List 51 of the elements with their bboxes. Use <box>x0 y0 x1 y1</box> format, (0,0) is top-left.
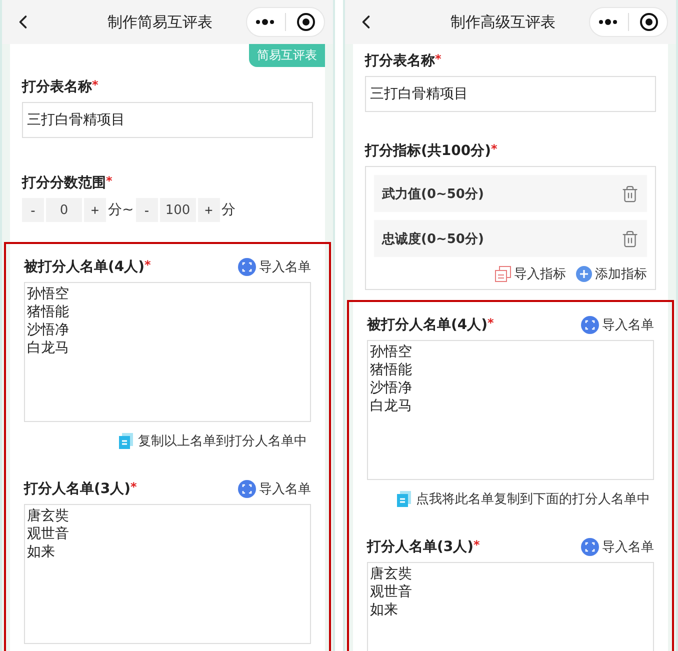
add-criteria-button[interactable]: 添加指标 <box>576 265 647 283</box>
document-icon <box>119 433 133 449</box>
import-criteria-button[interactable]: 导入指标 <box>495 265 566 283</box>
delete-icon[interactable] <box>621 184 639 202</box>
import-list-button[interactable]: 导入名单 <box>581 538 654 556</box>
unit-label: 分 <box>222 201 236 219</box>
copy-icon <box>495 266 511 282</box>
criteria-label: 武力值(0~50分) <box>382 186 484 202</box>
number-field[interactable]: 0 <box>46 198 82 222</box>
name-list-field[interactable]: 孙悟空 猪悟能 沙悟净 白龙马 <box>24 282 311 422</box>
criteria-label: 忠诚度(0~50分) <box>382 230 484 248</box>
copy-list-link[interactable]: 点我将此名单复制到下面的打分人名单中 <box>397 490 650 508</box>
record-icon[interactable] <box>639 12 659 32</box>
name-list-field[interactable]: 孙悟空 猪悟能 沙悟净 白龙马 <box>367 340 654 480</box>
stepper-button[interactable]: - <box>22 198 44 222</box>
copy-list-link[interactable]: 复制以上名单到打分人名单中 <box>119 432 307 450</box>
text-field[interactable]: 三打白骨精项目 <box>22 102 313 138</box>
scan-icon <box>238 480 256 498</box>
scan-icon <box>238 258 256 276</box>
scan-icon <box>581 316 599 334</box>
field-label: 打分分数范围* <box>22 174 112 192</box>
name-list-field[interactable]: 唐玄奘 观世音 如来 <box>24 504 311 644</box>
field-label: 打分指标(共100分)* <box>365 142 498 160</box>
stepper-button[interactable]: + <box>84 198 106 222</box>
criteria-item[interactable]: 忠诚度(0~50分) <box>374 220 647 257</box>
page-title: 制作简易互评表 <box>106 12 214 32</box>
import-list-button[interactable]: 导入名单 <box>238 258 311 276</box>
page-title: 制作高级互评表 <box>450 12 556 32</box>
number-field[interactable]: 100 <box>160 198 196 222</box>
record-icon[interactable] <box>296 12 316 32</box>
import-list-button[interactable]: 导入名单 <box>581 316 654 334</box>
field-label: 打分表名称* <box>22 78 98 96</box>
field-label: 打分表名称* <box>365 52 442 70</box>
field-label: 打分人名单(3人)* <box>367 538 480 556</box>
import-list-button[interactable]: 导入名单 <box>238 480 311 498</box>
criteria-item[interactable]: 武力值(0~50分) <box>374 175 647 212</box>
scan-icon <box>581 538 599 556</box>
document-icon <box>397 491 411 507</box>
field-label: 打分人名单(3人)* <box>24 480 137 498</box>
unit-label: 分~ <box>108 201 134 219</box>
stepper-button[interactable]: - <box>136 198 158 222</box>
type-badge: 简易互评表 <box>249 44 325 67</box>
field-label: 被打分人名单(4人)* <box>24 258 151 276</box>
name-list-field[interactable]: 唐玄奘 观世音 如来 <box>367 562 654 651</box>
text-field[interactable]: 三打白骨精项目 <box>365 76 656 112</box>
field-label: 被打分人名单(4人)* <box>367 316 494 334</box>
add-icon <box>576 266 592 282</box>
delete-icon[interactable] <box>621 230 639 248</box>
more-icon[interactable] <box>598 19 618 25</box>
stepper-button[interactable]: + <box>198 198 220 222</box>
more-icon[interactable] <box>255 19 275 25</box>
